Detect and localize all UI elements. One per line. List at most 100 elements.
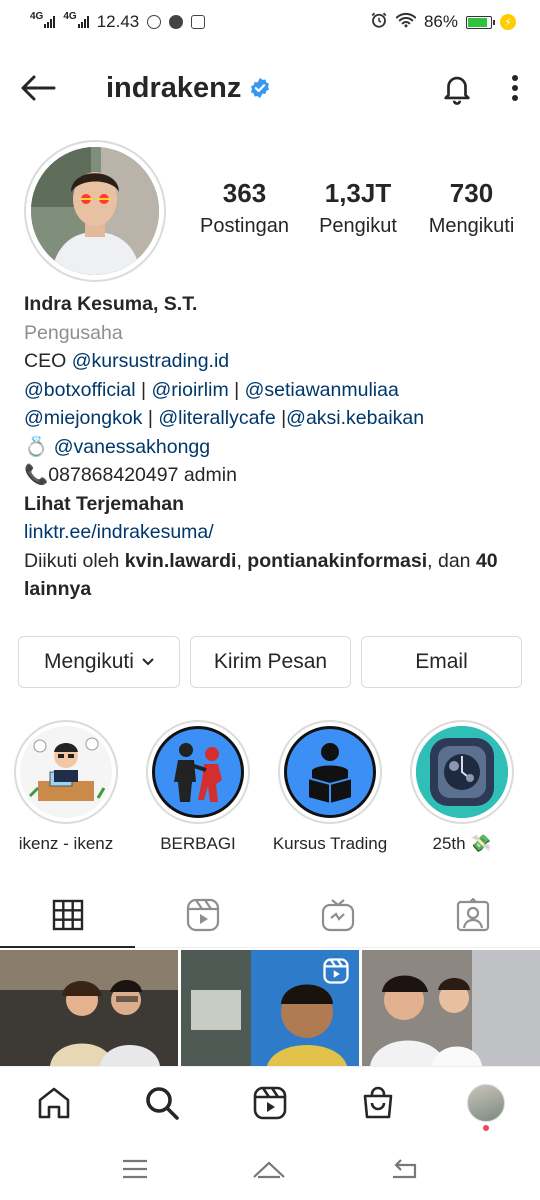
mention-link[interactable]: @kursustrading.id <box>72 350 229 372</box>
nav-home[interactable] <box>0 1067 108 1138</box>
stat-following[interactable]: 730 Mengikuti <box>415 178 528 238</box>
tagged-icon <box>456 897 489 931</box>
bottom-nav <box>0 1066 540 1138</box>
stat-posts[interactable]: 363 Postingan <box>188 178 301 238</box>
search-icon <box>146 1086 179 1120</box>
reels-icon <box>253 1086 287 1119</box>
profile-avatar <box>31 147 159 275</box>
bio-line-phone: 📞087868420497 admin <box>24 464 237 486</box>
charging-icon: ⚡ <box>500 14 516 30</box>
whatsapp-icon <box>147 15 162 29</box>
wifi-icon <box>395 12 417 33</box>
post-grid <box>0 950 540 1066</box>
shop-icon <box>363 1086 393 1118</box>
reels-icon <box>186 898 219 931</box>
nav-reels[interactable] <box>216 1067 324 1138</box>
highlight-item[interactable]: Kursus Trading <box>264 720 396 854</box>
stat-posts-count: 363 <box>222 178 267 208</box>
highlight-cover-sharing <box>152 726 244 818</box>
stat-posts-label: Postingan <box>200 215 289 237</box>
clock: 12.43 <box>96 12 140 31</box>
status-bar: 4G 4G 12.43 86% ⚡ <box>0 0 540 44</box>
grid-icon <box>52 899 83 930</box>
stat-followers[interactable]: 1,3JT Pengikut <box>302 178 415 238</box>
highlight-item[interactable]: 25th 💸 <box>396 720 528 854</box>
email-button[interactable]: Email <box>361 636 522 688</box>
mention-link[interactable]: @literallycafe <box>158 407 275 429</box>
ring-emoji: 💍 <box>24 435 49 458</box>
alarm-icon <box>370 11 388 34</box>
tab-igtv[interactable] <box>270 882 405 947</box>
home-button-icon[interactable] <box>251 1157 287 1181</box>
profile-full-name: Indra Kesuma, S.T. <box>24 293 198 315</box>
highlight-cover-cartoon <box>20 726 112 818</box>
mention-link[interactable]: @rioirlim <box>151 379 228 401</box>
signal-icon-2: 4G <box>63 11 89 28</box>
profile-tabs <box>0 882 540 948</box>
mention-link[interactable]: @miejongkok <box>24 407 142 429</box>
website-link[interactable]: linktr.ee/indrakesuma/ <box>24 518 524 547</box>
profile-avatar <box>467 1083 505 1122</box>
reels-badge-icon <box>323 958 349 984</box>
instagram-icon <box>191 15 206 29</box>
nav-search[interactable] <box>108 1067 216 1138</box>
tab-tagged[interactable] <box>405 882 540 947</box>
stat-followers-label: Pengikut <box>319 215 397 237</box>
followed-by[interactable]: Diikuti oleh kvin.lawardi, pontianakinfo… <box>24 547 524 604</box>
post-thumbnail[interactable] <box>181 950 359 1066</box>
profile-avatar-ring[interactable] <box>24 140 166 282</box>
bio-line-mentions-1: @botxofficial | @rioirlim | @setiawanmul… <box>24 378 399 401</box>
bio-line-ceo: CEO @kursustrading.id <box>24 350 230 372</box>
phone-emoji: 📞 <box>24 464 49 486</box>
nav-shop[interactable] <box>324 1067 432 1138</box>
app-d-icon <box>169 15 184 29</box>
bio-line-mentions-2: @miejongkok | @literallycafe |@aksi.keba… <box>24 407 425 429</box>
profile-username: indrakenz <box>106 71 242 104</box>
profile-actions: Mengikuti Kirim Pesan Email <box>18 636 522 688</box>
mention-link[interactable]: @vanessakhongg <box>54 436 210 458</box>
highlight-label: BERBAGI <box>160 834 236 853</box>
bell-icon[interactable] <box>440 71 474 105</box>
stat-following-label: Mengikuti <box>428 215 515 237</box>
highlight-cover-watch <box>416 726 508 818</box>
battery-icon <box>466 15 495 29</box>
mention-link[interactable]: @setiawanmuliaa <box>245 379 399 401</box>
arrow-left-icon <box>21 75 56 101</box>
post-thumbnail[interactable] <box>0 950 178 1066</box>
chevron-down-icon <box>142 658 154 666</box>
translate-link[interactable]: Lihat Terjemahan <box>24 490 524 519</box>
mention-link[interactable]: @botxofficial <box>24 379 136 401</box>
stat-followers-count: 1,3JT <box>324 178 392 208</box>
highlight-label: Kursus Trading <box>272 834 388 853</box>
back-button[interactable] <box>20 66 64 110</box>
bio-line-partner: 💍 @vanessakhongg <box>24 433 524 462</box>
verified-badge-icon <box>251 77 270 99</box>
following-button[interactable]: Mengikuti <box>18 636 180 688</box>
profile-stats: 363 Postingan 1,3JT Pengikut 730 Mengiku… <box>188 178 528 238</box>
message-button[interactable]: Kirim Pesan <box>190 636 351 688</box>
battery-percent: 86% <box>423 12 458 31</box>
back-nav-icon[interactable] <box>389 1157 419 1181</box>
profile-header: indrakenz <box>0 60 540 116</box>
menu-icon[interactable] <box>121 1158 149 1180</box>
stat-following-count: 730 <box>449 178 494 208</box>
nav-profile[interactable] <box>432 1067 540 1138</box>
story-highlights: ikenz - ikenz BERBAGI Kursus Trading 25t… <box>0 720 540 854</box>
highlight-cover-reading <box>284 726 376 818</box>
mention-link[interactable]: @aksi.kebaikan <box>286 407 424 429</box>
highlight-label: ikenz - ikenz <box>18 834 114 853</box>
highlight-item[interactable]: BERBAGI <box>132 720 264 854</box>
tab-posts[interactable] <box>0 882 135 948</box>
igtv-icon <box>321 898 354 931</box>
tab-reels[interactable] <box>135 882 270 947</box>
system-nav <box>0 1138 540 1200</box>
profile-bio: Indra Kesuma, S.T. Pengusaha CEO @kursus… <box>24 290 524 604</box>
home-icon <box>38 1087 70 1118</box>
more-vertical-icon[interactable] <box>510 73 520 103</box>
signal-icon-1: 4G <box>30 11 56 28</box>
highlight-item[interactable]: ikenz - ikenz <box>0 720 132 854</box>
profile-category: Pengusaha <box>24 321 123 344</box>
post-thumbnail[interactable] <box>362 950 540 1066</box>
highlight-label: 25th 💸 <box>432 834 492 853</box>
notification-dot <box>483 1125 489 1131</box>
